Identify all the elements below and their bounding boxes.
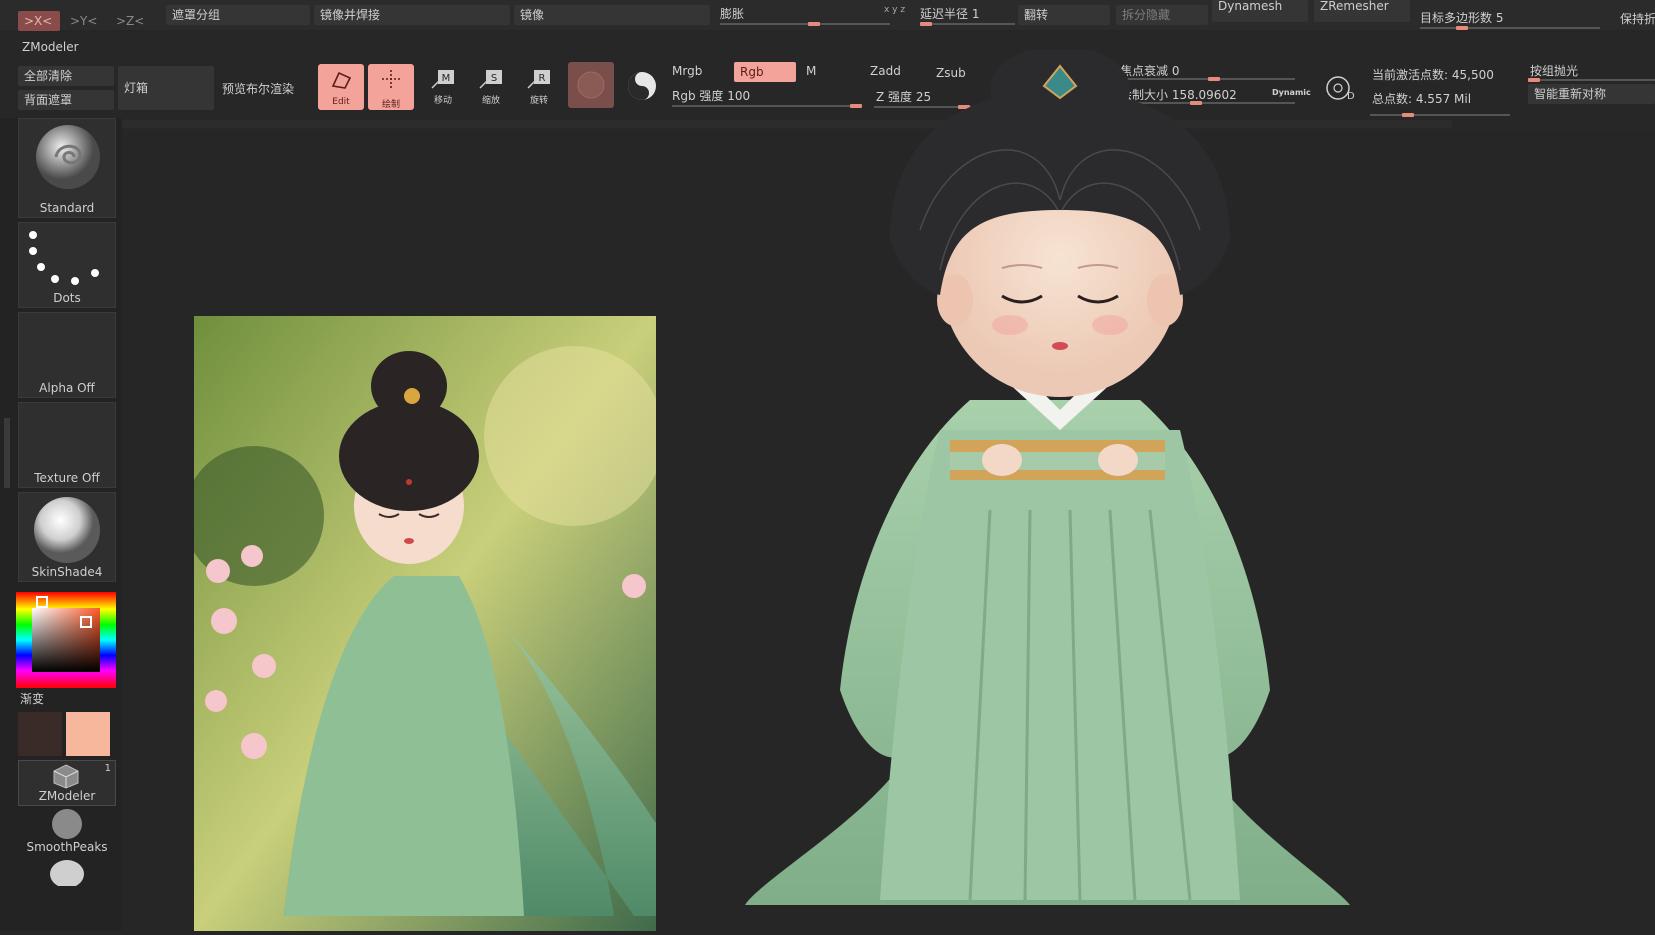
smart-resym-button[interactable]: 智能重新对称 <box>1528 84 1655 104</box>
color-picker[interactable] <box>16 592 116 688</box>
target-polygons-slider[interactable] <box>1420 27 1600 29</box>
lightbox-button[interactable]: 灯箱 <box>118 66 214 110</box>
svg-text:R: R <box>539 73 546 84</box>
target-polygons-label: 目标多边形数 5 <box>1420 11 1504 25</box>
draw-button[interactable]: 绘制 <box>368 64 414 110</box>
reference-image <box>194 316 656 931</box>
primary-color-swatch[interactable] <box>66 712 110 756</box>
xyz-label: x y z <box>884 5 906 15</box>
lazy-radius-label: 延迟半径 1 <box>920 7 980 21</box>
axis-z-toggle[interactable]: >Z< <box>110 11 148 31</box>
smoothpeaks-brush-button[interactable]: SmoothPeaks <box>18 808 116 856</box>
bpr-button[interactable]: 预览布尔渲染 <box>222 80 294 97</box>
material-button-left[interactable]: SkinShade4 <box>18 492 116 582</box>
move-label: 移动 <box>433 96 452 106</box>
dots-stroke-icon <box>29 231 99 285</box>
color-marker[interactable] <box>80 616 92 628</box>
gradient-toggle[interactable]: 渐变 <box>20 690 44 707</box>
polish-groups-label: 按组抛光 <box>1530 64 1579 78</box>
svg-text:M: M <box>442 73 451 84</box>
standard-brush-button[interactable]: Standard <box>18 118 116 218</box>
split-hidden-button[interactable]: 拆分隐藏 <box>1116 5 1208 25</box>
yin-yang-icon <box>628 72 656 100</box>
secondary-color-swatch[interactable] <box>18 712 62 756</box>
inflate-slider[interactable] <box>720 23 890 25</box>
scale-icon: S <box>479 70 502 89</box>
mrgb-toggle[interactable]: Mrgb <box>672 64 702 78</box>
next-brush-button[interactable] <box>48 856 86 888</box>
cube-icon <box>53 764 79 789</box>
rotate-button[interactable]: R 旋转 <box>516 68 562 108</box>
smoothpeaks-icon <box>52 809 82 839</box>
scale-button[interactable]: S 缩放 <box>468 68 514 108</box>
draw-label: 绘制 <box>381 100 400 110</box>
material-button[interactable] <box>568 62 614 108</box>
standard-brush-label: Standard <box>39 201 95 215</box>
rotate-icon: R <box>527 70 550 89</box>
alpha-label: Alpha Off <box>39 381 95 395</box>
polish-groups-slider[interactable] <box>1528 79 1655 81</box>
lazy-radius-knob[interactable] <box>920 22 932 26</box>
left-tray: Standard Dots Alpha Off Texture Off Skin… <box>0 118 122 931</box>
active-points-readout: 当前激活点数: 45,500 <box>1372 68 1494 82</box>
current-tool-thumbnail[interactable]: 1 ZModeler <box>18 760 116 806</box>
edit-label: Edit <box>332 97 350 107</box>
tool-thumbnail-label: ZModeler <box>38 789 96 803</box>
axis-x-toggle[interactable]: >X< <box>18 11 60 31</box>
points-marker <box>1402 113 1414 117</box>
move-button[interactable]: M 移动 <box>420 68 466 108</box>
lazy-radius-slider[interactable] <box>920 23 1015 25</box>
character-model <box>745 45 1350 905</box>
material-sphere-icon <box>577 71 605 99</box>
flip-button[interactable]: 翻转 <box>1018 5 1110 25</box>
reference-illustration <box>194 316 656 931</box>
texture-button[interactable]: Texture Off <box>18 402 116 488</box>
mirror-button[interactable]: 镜像 <box>514 5 710 25</box>
keep-groups-label[interactable]: 保持折 <box>1620 10 1655 27</box>
hue-marker[interactable] <box>36 596 48 608</box>
standard-brush-icon <box>36 125 100 189</box>
color-sphere-button[interactable] <box>622 66 662 106</box>
backface-mask-button[interactable]: 背面遮罩 <box>18 90 114 110</box>
mirror-weld-button[interactable]: 镜像并焊接 <box>314 5 510 25</box>
scale-label: 缩放 <box>481 96 500 106</box>
polish-groups-knob[interactable] <box>1528 78 1540 82</box>
skin-material-icon <box>34 497 100 563</box>
smoothpeaks-label: SmoothPeaks <box>26 840 108 854</box>
axis-y-toggle[interactable]: >Y< <box>64 11 102 31</box>
dynamesh-button[interactable]: Dynamesh <box>1212 0 1308 22</box>
edit-button[interactable]: Edit <box>318 64 364 110</box>
dots-stroke-button[interactable]: Dots <box>18 222 116 308</box>
top-settings-bar: >X< >Y< >Z< 遮罩分组 镜像并焊接 镜像 膨胀 x y z 延迟半径 … <box>0 0 1655 31</box>
inflate-label: 膨胀 <box>720 7 745 21</box>
material-label: SkinShade4 <box>31 565 103 579</box>
points-divider <box>1370 114 1510 116</box>
total-points-readout: 总点数: 4.557 Mil <box>1372 92 1472 106</box>
rgb-intensity-label: Rgb 强度 100 <box>672 89 751 103</box>
texture-label: Texture Off <box>34 471 100 485</box>
clear-all-button[interactable]: 全部清除 <box>18 66 114 86</box>
edit-icon <box>331 71 352 89</box>
rotate-label: 旋转 <box>529 96 548 106</box>
draw-icon <box>382 70 400 88</box>
current-tool-label: ZModeler <box>22 40 79 54</box>
tool-count-badge: 1 <box>104 763 111 774</box>
alpha-button[interactable]: Alpha Off <box>18 312 116 398</box>
dots-stroke-label: Dots <box>53 291 81 305</box>
move-icon: M <box>431 70 454 89</box>
svg-text:S: S <box>491 73 497 84</box>
inflate-slider-knob[interactable] <box>808 22 820 26</box>
mask-group-button[interactable]: 遮罩分组 <box>166 5 310 25</box>
viewport-3d-model[interactable] <box>740 45 1380 931</box>
target-polygons-knob[interactable] <box>1456 26 1468 30</box>
zremesher-button[interactable]: ZRemesher <box>1314 0 1410 22</box>
brush-sphere-icon <box>50 860 84 888</box>
tray-scrollbar[interactable] <box>4 418 10 488</box>
